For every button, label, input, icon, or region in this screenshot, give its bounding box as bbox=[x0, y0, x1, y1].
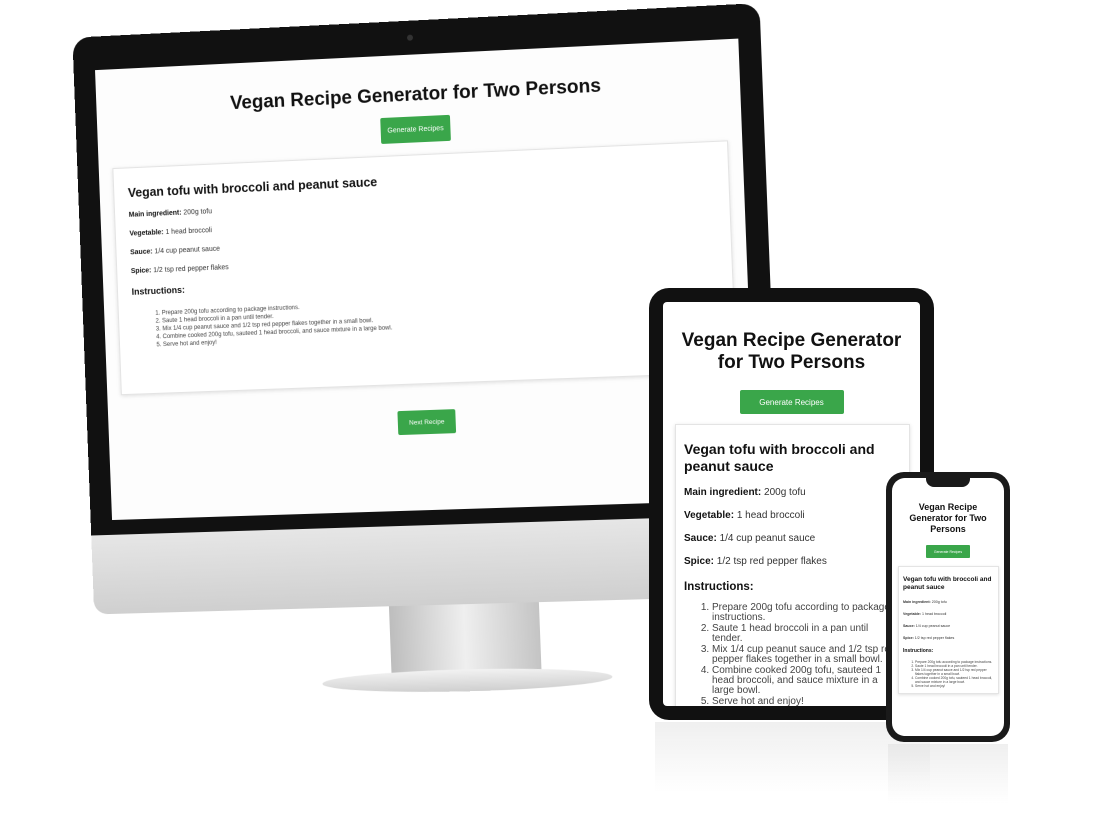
page-title: Vegan Recipe Generator for Two Persons bbox=[229, 75, 602, 115]
recipe-title: Vegan tofu with broccoli and peanut sauc… bbox=[903, 576, 992, 591]
sauce-value: 1/4 cup peanut sauce bbox=[719, 533, 816, 544]
vegetable-label: Vegetable: bbox=[903, 612, 921, 616]
main-ingredient-field: Main ingredient: 200g tofu bbox=[903, 600, 994, 604]
main-ingredient-value: 200g tofu bbox=[183, 208, 213, 217]
phone-screen: Vegan Recipe Generator for Two Persons G… bbox=[892, 478, 1004, 736]
instruction-step: Serve hot and enjoy! bbox=[915, 684, 994, 688]
instruction-step: Combine cooked 200g tofu, sauteed 1 head… bbox=[915, 676, 994, 684]
instructions-heading: Instructions: bbox=[903, 648, 934, 654]
instructions-list: Prepare 200g tofu according to package i… bbox=[684, 603, 901, 707]
instructions-list: Prepare 200g tofu according to package i… bbox=[132, 288, 720, 351]
spice-field: Spice: 1/2 tsp red pepper flakes bbox=[684, 556, 901, 567]
monitor-stand-neck bbox=[388, 602, 542, 677]
spice-label: Spice: bbox=[130, 267, 152, 276]
page-title: Vegan Recipe Generator for Two Persons bbox=[909, 502, 987, 534]
instructions-list: Prepare 200g tofu according to package i… bbox=[903, 660, 994, 688]
sauce-field: Sauce: 1/4 cup peanut sauce bbox=[684, 533, 901, 544]
phone-device: Vegan Recipe Generator for Two Persons G… bbox=[886, 472, 1010, 742]
vegetable-label: Vegetable: bbox=[129, 229, 164, 238]
spice-value: 1/2 tsp red pepper flakes bbox=[716, 556, 827, 567]
spice-field: Spice: 1/2 tsp red pepper flakes bbox=[903, 636, 994, 640]
generate-recipes-button[interactable]: Generate Recipes bbox=[380, 114, 451, 145]
sauce-label: Sauce: bbox=[684, 533, 717, 544]
phone-reflection bbox=[888, 744, 1008, 804]
generate-recipes-button[interactable]: Generate Recipes bbox=[926, 545, 970, 558]
instruction-step: Prepare 200g tofu according to package i… bbox=[712, 603, 901, 623]
instructions-heading: Instructions: bbox=[684, 581, 754, 593]
instruction-step: Mix 1/4 cup peanut sauce and 1/2 tsp red… bbox=[915, 668, 994, 676]
instruction-step: Mix 1/4 cup peanut sauce and 1/2 tsp red… bbox=[712, 645, 901, 665]
recipe-card: Vegan tofu with broccoli and peanut sauc… bbox=[675, 424, 910, 706]
instruction-step: Serve hot and enjoy! bbox=[712, 697, 901, 707]
instruction-step: Saute 1 head broccoli in a pan until ten… bbox=[712, 624, 901, 644]
vegetable-value: 1 head broccoli bbox=[921, 612, 947, 616]
sauce-label: Sauce: bbox=[130, 248, 153, 257]
page-title: Vegan Recipe Generator for Two Persons bbox=[681, 330, 902, 373]
sauce-value: 1/4 cup peanut sauce bbox=[915, 624, 951, 628]
phone-notch bbox=[926, 478, 970, 487]
vegetable-value: 1 head broccoli bbox=[736, 510, 805, 521]
main-ingredient-label: Main ingredient: bbox=[128, 209, 182, 219]
recipe-card: Vegan tofu with broccoli and peanut sauc… bbox=[898, 566, 999, 694]
instruction-step: Combine cooked 200g tofu, sauteed 1 head… bbox=[712, 666, 901, 696]
generate-recipes-button[interactable]: Generate Recipes bbox=[739, 390, 844, 414]
main-ingredient-value: 200g tofu bbox=[764, 487, 806, 498]
next-recipe-button[interactable]: Next Recipe bbox=[397, 409, 457, 436]
vegetable-value: 1 head broccoli bbox=[165, 227, 213, 237]
main-ingredient-label: Main ingredient: bbox=[903, 600, 931, 604]
vegetable-field: Vegetable: 1 head broccoli bbox=[684, 510, 901, 521]
spice-value: 1/2 tsp red pepper flakes bbox=[153, 264, 229, 275]
camera-icon bbox=[406, 34, 414, 41]
tablet-screen: Vegan Recipe Generator for Two Persons G… bbox=[663, 302, 920, 706]
sauce-label: Sauce: bbox=[903, 624, 915, 628]
spice-label: Spice: bbox=[903, 636, 914, 640]
main-ingredient-value: 200g tofu bbox=[931, 600, 947, 604]
monitor-stand-foot bbox=[322, 665, 613, 695]
spice-label: Spice: bbox=[684, 556, 715, 567]
recipe-title: Vegan tofu with broccoli and peanut sauc… bbox=[684, 441, 875, 474]
vegetable-label: Vegetable: bbox=[684, 510, 735, 521]
main-ingredient-label: Main ingredient: bbox=[684, 487, 762, 498]
vegetable-field: Vegetable: 1 head broccoli bbox=[903, 612, 994, 616]
sauce-field: Sauce: 1/4 cup peanut sauce bbox=[903, 624, 994, 628]
sauce-value: 1/4 cup peanut sauce bbox=[154, 245, 221, 256]
recipe-card: Vegan tofu with broccoli and peanut sauc… bbox=[112, 140, 737, 396]
main-ingredient-field: Main ingredient: 200g tofu bbox=[684, 487, 901, 498]
spice-value: 1/2 tsp red pepper flakes bbox=[914, 636, 955, 640]
